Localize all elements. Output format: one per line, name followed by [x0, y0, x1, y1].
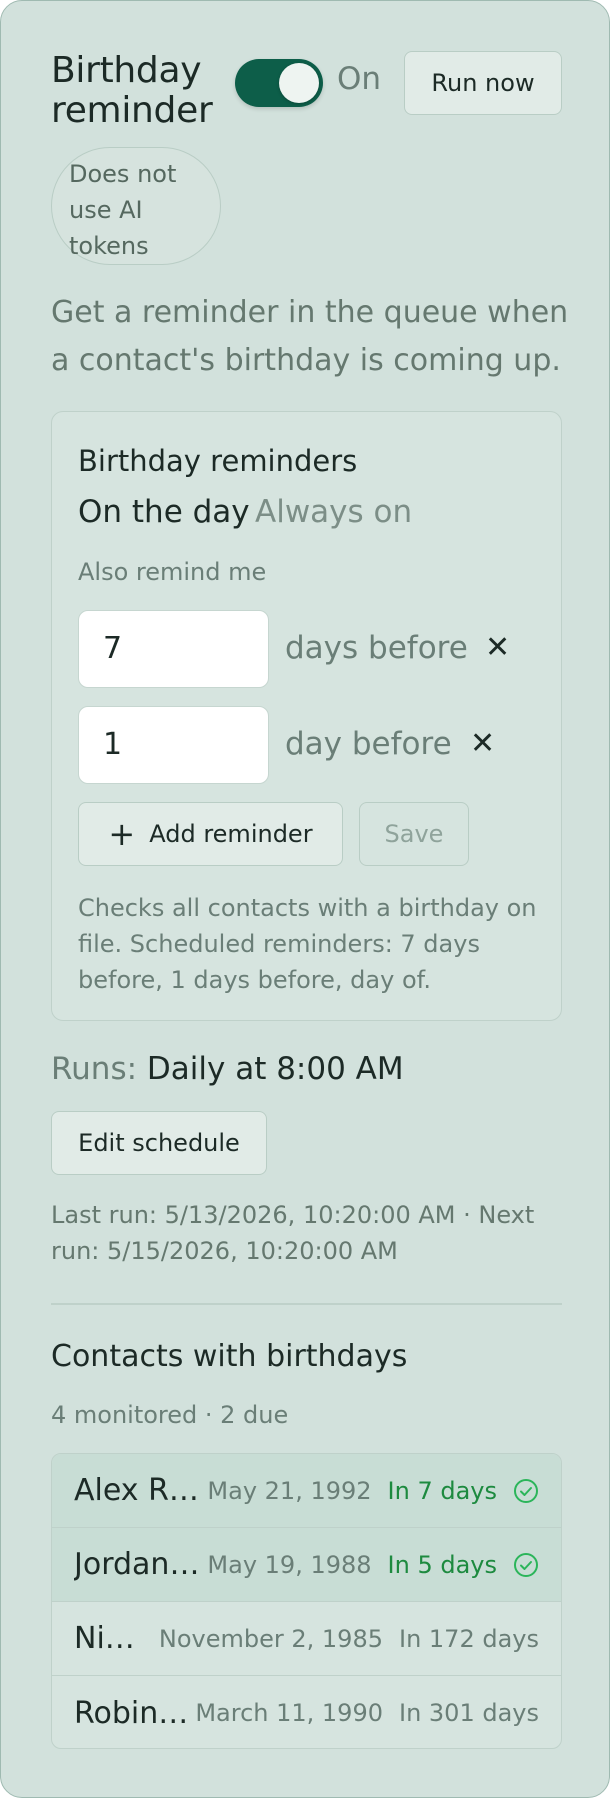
- divider: [51, 1303, 562, 1305]
- table-row[interactable]: Alex Ri… May 21, 1992 In 7 days: [52, 1454, 561, 1528]
- ai-token-badge: Does not use AI tokens: [51, 147, 221, 265]
- check-circle-icon: [514, 1478, 538, 1503]
- reminders-card: Birthday reminders On the day Always on …: [51, 411, 562, 1021]
- last-next-run: Last run: 5/13/2026, 10:20:00 AM · Next …: [51, 1201, 535, 1265]
- reminder-unit-label: days before: [285, 630, 468, 666]
- contacts-title: Contacts with birthdays: [51, 1339, 408, 1374]
- card-title: Birthday reminders: [78, 444, 358, 478]
- toggle-knob: [279, 63, 319, 103]
- contacts-table: Alex Ri… May 21, 1992 In 7 days Jordan ……: [51, 1453, 562, 1749]
- birthday-reminder-panel: Birthday reminder On Run now Does not us…: [0, 0, 610, 1798]
- contact-birthday: May 19, 1988: [207, 1550, 372, 1579]
- contact-name: Jordan …: [74, 1547, 206, 1582]
- close-icon[interactable]: ✕: [470, 726, 495, 761]
- toggle-state-label: On: [337, 61, 382, 97]
- contact-name: Nin…: [74, 1621, 149, 1656]
- close-icon[interactable]: ✕: [485, 630, 510, 665]
- table-row[interactable]: Nin… November 2, 1985 In 172 days: [52, 1602, 561, 1676]
- reminders-note: Checks all contacts with a birthday on f…: [78, 894, 537, 994]
- table-row[interactable]: Jordan … May 19, 1988 In 5 days: [52, 1528, 561, 1602]
- contact-countdown: In 5 days: [387, 1550, 497, 1579]
- on-the-day-status: Always on: [255, 494, 413, 530]
- reminder-days-input[interactable]: 7: [78, 610, 269, 688]
- contact-countdown: In 7 days: [387, 1476, 497, 1505]
- enable-toggle[interactable]: [235, 59, 323, 107]
- runs-label: Runs:: [51, 1051, 138, 1087]
- plus-icon: +: [108, 815, 136, 853]
- reminder-unit-label: day before: [285, 726, 452, 762]
- save-button[interactable]: Save: [359, 802, 469, 866]
- add-reminder-button[interactable]: + Add reminder: [78, 802, 343, 866]
- contact-birthday: March 11, 1990: [195, 1699, 383, 1727]
- contact-name: Robin …: [74, 1695, 189, 1731]
- description: Get a reminder in the queue when a conta…: [51, 295, 569, 378]
- runs-value: Daily at 8:00 AM: [146, 1051, 404, 1087]
- contact-birthday: May 21, 1992: [207, 1476, 372, 1505]
- contact-countdown: In 172 days: [398, 1624, 539, 1653]
- add-reminder-label: Add reminder: [149, 820, 313, 848]
- also-remind-label: Also remind me: [78, 558, 267, 586]
- run-now-button[interactable]: Run now: [404, 51, 562, 115]
- contact-countdown: In 301 days: [398, 1699, 539, 1727]
- edit-schedule-button[interactable]: Edit schedule: [51, 1111, 267, 1175]
- reminder-days-input[interactable]: 1: [78, 706, 269, 784]
- contact-birthday: November 2, 1985: [158, 1624, 383, 1653]
- schedule-runs: Runs: Daily at 8:00 AM: [51, 1051, 404, 1087]
- page-title: Birthday reminder: [51, 50, 213, 131]
- check-circle-icon: [514, 1552, 538, 1577]
- contacts-summary: 4 monitored · 2 due: [51, 1401, 289, 1429]
- contact-name: Alex Ri…: [74, 1473, 204, 1508]
- table-row[interactable]: Robin … March 11, 1990 In 301 days: [52, 1676, 561, 1748]
- on-the-day-label: On the day: [78, 494, 250, 530]
